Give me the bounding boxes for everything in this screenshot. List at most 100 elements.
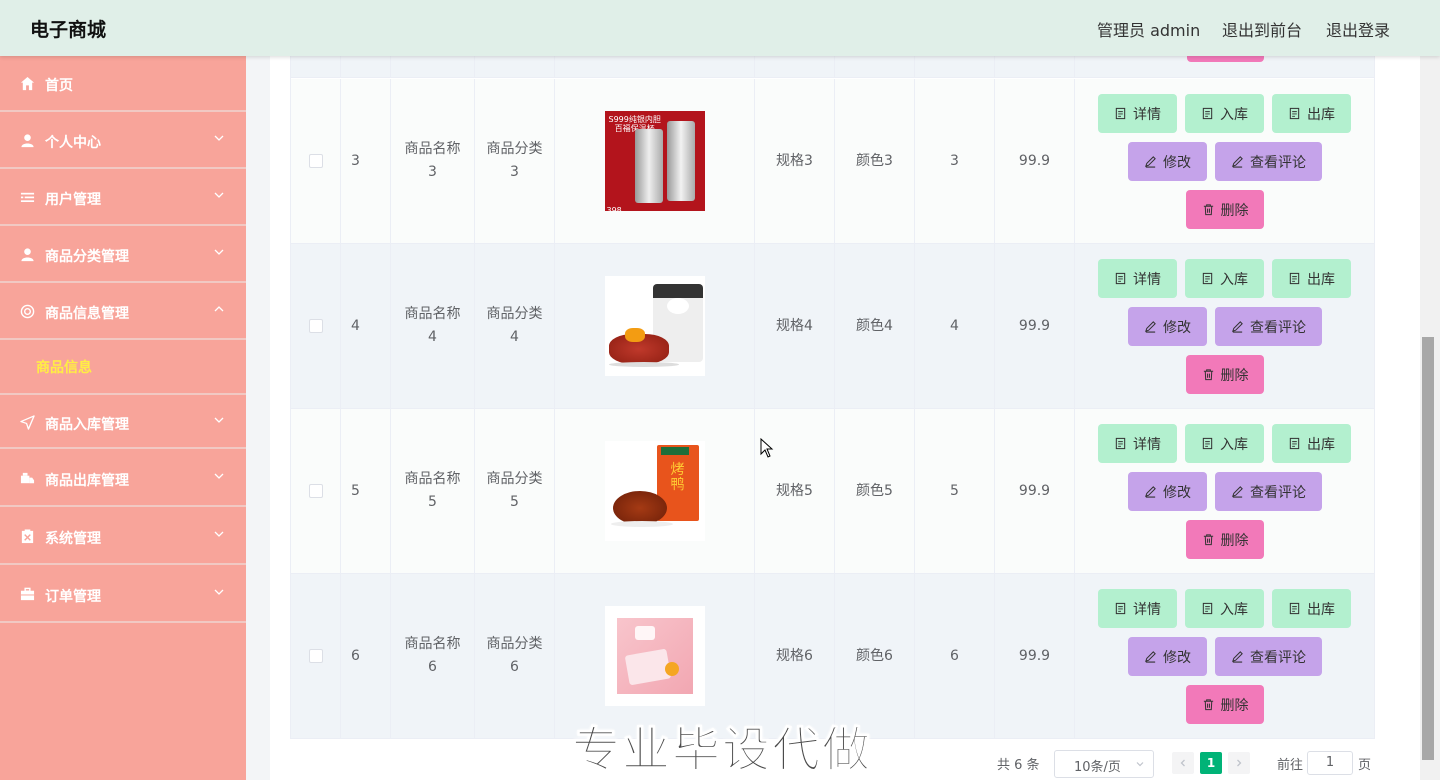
row-select-cell bbox=[291, 574, 341, 738]
stock-in-button[interactable]: 入库 bbox=[1185, 424, 1264, 463]
chevron-down-icon bbox=[214, 135, 224, 141]
product-name-cell: 商品名称 4 bbox=[391, 244, 475, 408]
spec-cell: 规格3 bbox=[755, 79, 835, 243]
pagination-total: 共 6 条 bbox=[997, 758, 1040, 773]
stock-out-button[interactable]: 出库 bbox=[1272, 259, 1351, 298]
stock-in-button-label: 入库 bbox=[1220, 436, 1248, 453]
document-icon bbox=[1115, 437, 1126, 450]
next-page-button[interactable] bbox=[1228, 752, 1250, 774]
id-cell: 5 bbox=[341, 409, 391, 573]
detail-button-label: 详情 bbox=[1133, 106, 1161, 123]
chevron-down-icon bbox=[1136, 762, 1144, 767]
sidebar-item-label: 订单管理 bbox=[45, 589, 101, 605]
edit-button[interactable]: 修改 bbox=[1128, 307, 1207, 346]
detail-button-label: 详情 bbox=[1133, 601, 1161, 618]
view-comments-button[interactable]: 查看评论 bbox=[1215, 307, 1322, 346]
stock-out-button[interactable]: 出库 bbox=[1272, 424, 1351, 463]
sidebar-item-personal-center[interactable]: 个人中心 bbox=[0, 113, 246, 169]
stock-out-button-label: 出库 bbox=[1307, 601, 1335, 618]
document-icon bbox=[1289, 602, 1300, 615]
sidebar-item-stock-out-management[interactable]: 商品出库管理 bbox=[0, 451, 246, 507]
sidebar-item-system-management[interactable]: 系统管理 bbox=[0, 509, 246, 565]
price-cell: 99.9 bbox=[995, 574, 1075, 738]
edit-icon bbox=[1232, 156, 1243, 168]
edit-icon bbox=[1232, 321, 1243, 333]
stock-in-button[interactable]: 入库 bbox=[1185, 589, 1264, 628]
product-category-cell: 商品分类 5 bbox=[475, 409, 555, 573]
trash-icon bbox=[1203, 204, 1213, 216]
goto-page-input[interactable]: 1 bbox=[1307, 751, 1353, 775]
top-header: 电子商城 管理员 admin 退出到前台 退出登录 bbox=[0, 0, 1440, 56]
cat-snack-box-image bbox=[604, 276, 705, 376]
sidebar-item-category-management[interactable]: 商品分类管理 bbox=[0, 227, 246, 283]
stock-out-button[interactable]: 出库 bbox=[1272, 94, 1351, 133]
delete-button[interactable]: 删除 bbox=[1186, 520, 1264, 559]
exit-to-front-link[interactable]: 退出到前台 bbox=[1222, 17, 1302, 41]
delete-button[interactable]: 删除 bbox=[1186, 685, 1264, 724]
chevron-down-icon bbox=[214, 417, 224, 423]
admin-user-label: 管理员 admin bbox=[1097, 21, 1201, 40]
sidebar-item-label: 商品信息管理 bbox=[45, 306, 129, 322]
delete-button[interactable]: 删除 bbox=[1186, 355, 1264, 394]
sidebar-item-order-management[interactable]: 订单管理 bbox=[0, 567, 246, 623]
document-icon bbox=[1202, 437, 1213, 450]
mouse-cursor-icon bbox=[760, 438, 774, 458]
stock-out-button-label: 出库 bbox=[1307, 436, 1335, 453]
sidebar-item-stock-in-management[interactable]: 商品入库管理 bbox=[0, 393, 246, 449]
view-comments-button[interactable]: 查看评论 bbox=[1215, 637, 1322, 676]
view-comments-button-label: 查看评论 bbox=[1250, 154, 1306, 171]
view-comments-button-label: 查看评论 bbox=[1250, 649, 1306, 666]
goto-label: 前往 bbox=[1277, 758, 1304, 773]
sidebar-item-user-management[interactable]: 用户管理 bbox=[0, 170, 246, 226]
prev-page-button[interactable] bbox=[1172, 752, 1194, 774]
detail-button[interactable]: 详情 bbox=[1098, 94, 1177, 133]
delete-button-label: 删除 bbox=[1220, 697, 1249, 714]
product-image-cell: S999纯银内胆 百福保温杯 398 bbox=[555, 79, 755, 243]
stock-in-button-label: 入库 bbox=[1220, 271, 1248, 288]
view-comments-button[interactable]: 查看评论 bbox=[1215, 142, 1322, 181]
view-comments-button[interactable]: 查看评论 bbox=[1215, 472, 1322, 511]
sidebar-item-label: 商品分类管理 bbox=[45, 249, 129, 265]
chevron-right-icon bbox=[1237, 759, 1242, 767]
edit-button[interactable]: 修改 bbox=[1128, 142, 1207, 181]
stock-in-button[interactable]: 入库 bbox=[1185, 94, 1264, 133]
edit-icon bbox=[1232, 651, 1243, 663]
detail-button[interactable]: 详情 bbox=[1098, 259, 1177, 298]
delete-button[interactable]: 删除 bbox=[1186, 190, 1264, 229]
stock-cell: 5 bbox=[915, 409, 995, 573]
scrollbar-thumb[interactable] bbox=[1422, 337, 1434, 760]
clipboard-icon bbox=[21, 529, 34, 544]
color-cell: 颜色4 bbox=[835, 244, 915, 408]
stock-in-button[interactable]: 入库 bbox=[1185, 259, 1264, 298]
edit-button[interactable]: 修改 bbox=[1128, 637, 1207, 676]
sidebar-subitem-product-info[interactable]: 商品信息 bbox=[0, 341, 246, 393]
stock-out-button-label: 出库 bbox=[1307, 271, 1335, 288]
row-checkbox[interactable] bbox=[308, 484, 323, 498]
aperture-icon bbox=[20, 304, 35, 319]
sidebar-item-product-info-management[interactable]: 商品信息管理 bbox=[0, 284, 246, 340]
page-1-button[interactable]: 1 bbox=[1200, 752, 1222, 774]
row-checkbox[interactable] bbox=[308, 319, 323, 333]
table-row: 4 商品名称 4 商品分类 4 规格4 颜色4 4 99.9 详情 入库 出库 修改 查看评… bbox=[291, 244, 1374, 409]
document-icon bbox=[1289, 107, 1300, 120]
sidebar-item-home[interactable]: 首页 bbox=[0, 56, 246, 112]
stock-out-button[interactable]: 出库 bbox=[1272, 589, 1351, 628]
detail-button[interactable]: 详情 bbox=[1098, 424, 1177, 463]
row-checkbox[interactable] bbox=[308, 649, 323, 663]
edit-button[interactable]: 修改 bbox=[1128, 472, 1207, 511]
page-size-value: 10条/页 bbox=[1074, 760, 1121, 775]
product-category-cell: 商品分类 3 bbox=[475, 79, 555, 243]
row-checkbox[interactable] bbox=[308, 154, 323, 168]
document-icon bbox=[1115, 602, 1126, 615]
page-suffix-label: 页 bbox=[1358, 758, 1372, 773]
chevron-down-icon bbox=[214, 249, 224, 255]
detail-button[interactable]: 详情 bbox=[1098, 589, 1177, 628]
detail-button-label: 详情 bbox=[1133, 436, 1161, 453]
chevron-down-icon bbox=[214, 589, 224, 595]
stock-cell: 6 bbox=[915, 574, 995, 738]
logout-link[interactable]: 退出登录 bbox=[1326, 17, 1390, 41]
trash-icon bbox=[1203, 699, 1213, 711]
trash-icon bbox=[1203, 534, 1213, 546]
pink-pastry-image bbox=[604, 606, 705, 706]
page-size-select[interactable]: 10条/页 bbox=[1054, 750, 1154, 778]
